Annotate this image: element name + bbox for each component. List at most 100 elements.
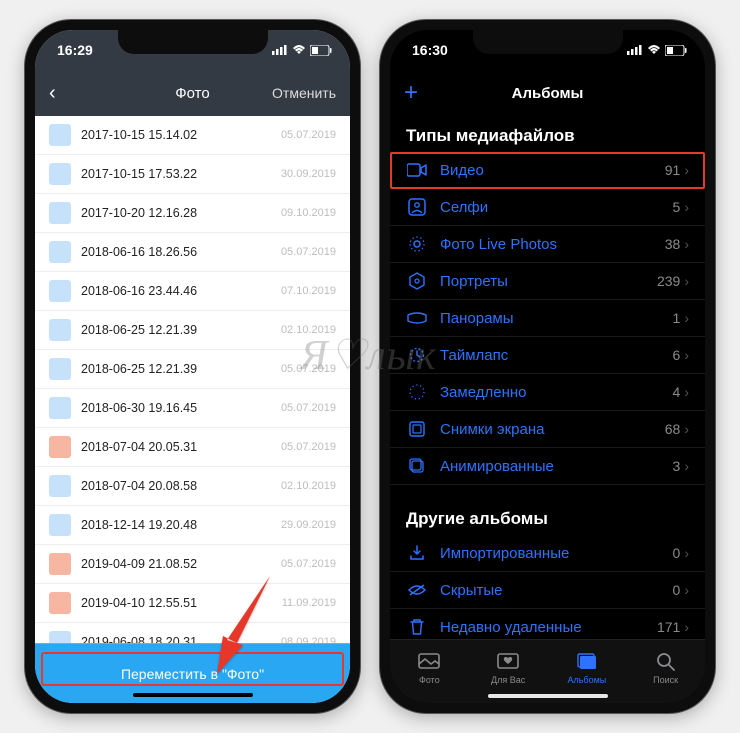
file-date: 02.10.2019 bbox=[281, 480, 336, 492]
file-row[interactable]: 2017-10-20 12.16.2809.10.2019 bbox=[35, 194, 350, 233]
album-count: 68 bbox=[665, 421, 681, 437]
file-date: 05.07.2019 bbox=[281, 441, 336, 453]
chevron-right-icon: › bbox=[684, 619, 689, 635]
tab-label: Поиск bbox=[653, 675, 678, 685]
file-date: 30.09.2019 bbox=[281, 168, 336, 180]
chevron-right-icon: › bbox=[684, 458, 689, 474]
file-row[interactable]: 2017-10-15 17.53.2230.09.2019 bbox=[35, 155, 350, 194]
notch bbox=[473, 30, 623, 54]
home-indicator[interactable] bbox=[133, 693, 253, 697]
file-thumbnail bbox=[49, 280, 71, 302]
file-row[interactable]: 2018-06-25 12.21.3902.10.2019 bbox=[35, 311, 350, 350]
status-icons bbox=[272, 45, 332, 56]
file-date: 05.07.2019 bbox=[281, 246, 336, 258]
albums-content[interactable]: Типы медиафайлов Видео91›Селфи5›Фото Liv… bbox=[390, 116, 705, 646]
status-time: 16:30 bbox=[412, 42, 448, 58]
album-count: 3 bbox=[673, 458, 681, 474]
chevron-right-icon: › bbox=[684, 545, 689, 561]
chevron-right-icon: › bbox=[684, 384, 689, 400]
file-name: 2019-04-10 12.55.51 bbox=[81, 596, 282, 610]
file-name: 2017-10-15 17.53.22 bbox=[81, 167, 281, 181]
trash-icon bbox=[406, 618, 428, 636]
file-name: 2017-10-20 12.16.28 bbox=[81, 206, 281, 220]
file-name: 2018-06-25 12.21.39 bbox=[81, 323, 281, 337]
file-row[interactable]: 2018-07-04 20.05.3105.07.2019 bbox=[35, 428, 350, 467]
animated-icon bbox=[406, 457, 428, 475]
tab-фото[interactable]: Фото bbox=[390, 640, 469, 703]
file-row[interactable]: 2018-06-25 12.21.3905.07.2019 bbox=[35, 350, 350, 389]
notch bbox=[118, 30, 268, 54]
file-row[interactable]: 2017-10-15 15.14.0205.07.2019 bbox=[35, 116, 350, 155]
file-row[interactable]: 2018-06-16 23.44.4607.10.2019 bbox=[35, 272, 350, 311]
home-indicator[interactable] bbox=[488, 694, 608, 698]
file-thumbnail bbox=[49, 553, 71, 575]
file-thumbnail bbox=[49, 358, 71, 380]
album-row-фото-live-photos[interactable]: Фото Live Photos38› bbox=[390, 226, 705, 263]
file-row[interactable]: 2018-06-16 18.26.5605.07.2019 bbox=[35, 233, 350, 272]
album-row-портреты[interactable]: Портреты239› bbox=[390, 263, 705, 300]
album-count: 171 bbox=[657, 619, 680, 635]
portrait-icon bbox=[406, 272, 428, 290]
album-label: Портреты bbox=[440, 273, 657, 290]
album-label: Панорамы bbox=[440, 310, 673, 327]
album-label: Фото Live Photos bbox=[440, 236, 665, 253]
file-date: 05.07.2019 bbox=[281, 402, 336, 414]
tab-label: Альбомы bbox=[567, 675, 606, 685]
album-row-таймлапс[interactable]: Таймлапс6› bbox=[390, 337, 705, 374]
file-thumbnail bbox=[49, 475, 71, 497]
screenshot-icon bbox=[406, 420, 428, 438]
album-row-импортированные[interactable]: Импортированные0› bbox=[390, 535, 705, 572]
chevron-right-icon: › bbox=[684, 347, 689, 363]
file-row[interactable]: 2019-04-10 12.55.5111.09.2019 bbox=[35, 584, 350, 623]
file-name: 2018-07-04 20.05.31 bbox=[81, 440, 281, 454]
album-label: Селфи bbox=[440, 199, 673, 216]
album-label: Импортированные bbox=[440, 545, 673, 562]
file-name: 2018-06-30 19.16.45 bbox=[81, 401, 281, 415]
file-row[interactable]: 2019-04-09 21.08.5205.07.2019 bbox=[35, 545, 350, 584]
chevron-right-icon: › bbox=[684, 582, 689, 598]
file-name: 2017-10-15 15.14.02 bbox=[81, 128, 281, 142]
album-row-анимированные[interactable]: Анимированные3› bbox=[390, 448, 705, 485]
panorama-icon bbox=[406, 312, 428, 324]
album-row-замедленно[interactable]: Замедленно4› bbox=[390, 374, 705, 411]
back-button[interactable]: ‹ bbox=[49, 82, 56, 105]
file-thumbnail bbox=[49, 319, 71, 341]
import-icon bbox=[406, 544, 428, 562]
file-thumbnail bbox=[49, 163, 71, 185]
file-row[interactable]: 2018-06-30 19.16.4505.07.2019 bbox=[35, 389, 350, 428]
album-row-снимки-экрана[interactable]: Снимки экрана68› bbox=[390, 411, 705, 448]
album-row-панорамы[interactable]: Панорамы1› bbox=[390, 300, 705, 337]
album-row-селфи[interactable]: Селфи5› bbox=[390, 189, 705, 226]
album-count: 91 bbox=[665, 162, 681, 178]
file-row[interactable]: 2018-07-04 20.08.5802.10.2019 bbox=[35, 467, 350, 506]
album-row-видео[interactable]: Видео91› bbox=[390, 152, 705, 189]
file-date: 05.07.2019 bbox=[281, 129, 336, 141]
album-row-скрытые[interactable]: Скрытые0› bbox=[390, 572, 705, 609]
section-media-types: Типы медиафайлов bbox=[390, 116, 705, 152]
file-thumbnail bbox=[49, 124, 71, 146]
file-row[interactable]: 2018-12-14 19.20.4829.09.2019 bbox=[35, 506, 350, 545]
hidden-icon bbox=[406, 583, 428, 597]
file-date: 11.09.2019 bbox=[282, 597, 336, 609]
file-thumbnail bbox=[49, 241, 71, 263]
file-date: 09.10.2019 bbox=[281, 207, 336, 219]
album-count: 4 bbox=[673, 384, 681, 400]
album-count: 6 bbox=[673, 347, 681, 363]
file-name: 2018-06-16 18.26.56 bbox=[81, 245, 281, 259]
album-label: Недавно удаленные bbox=[440, 619, 657, 636]
album-count: 5 bbox=[673, 199, 681, 215]
selfie-icon bbox=[406, 198, 428, 216]
chevron-right-icon: › bbox=[684, 236, 689, 252]
album-label: Видео bbox=[440, 162, 665, 179]
tab-поиск[interactable]: Поиск bbox=[626, 640, 705, 703]
cancel-button[interactable]: Отменить bbox=[272, 85, 336, 101]
status-icons bbox=[627, 45, 687, 56]
album-count: 38 bbox=[665, 236, 681, 252]
file-list[interactable]: 2017-10-15 15.14.0205.07.20192017-10-15 … bbox=[35, 116, 350, 655]
move-to-photos-button[interactable]: Переместить в "Фото" bbox=[35, 643, 350, 703]
file-thumbnail bbox=[49, 397, 71, 419]
tab-photos-icon bbox=[418, 651, 440, 673]
file-thumbnail bbox=[49, 592, 71, 614]
file-thumbnail bbox=[49, 514, 71, 536]
chevron-right-icon: › bbox=[684, 421, 689, 437]
